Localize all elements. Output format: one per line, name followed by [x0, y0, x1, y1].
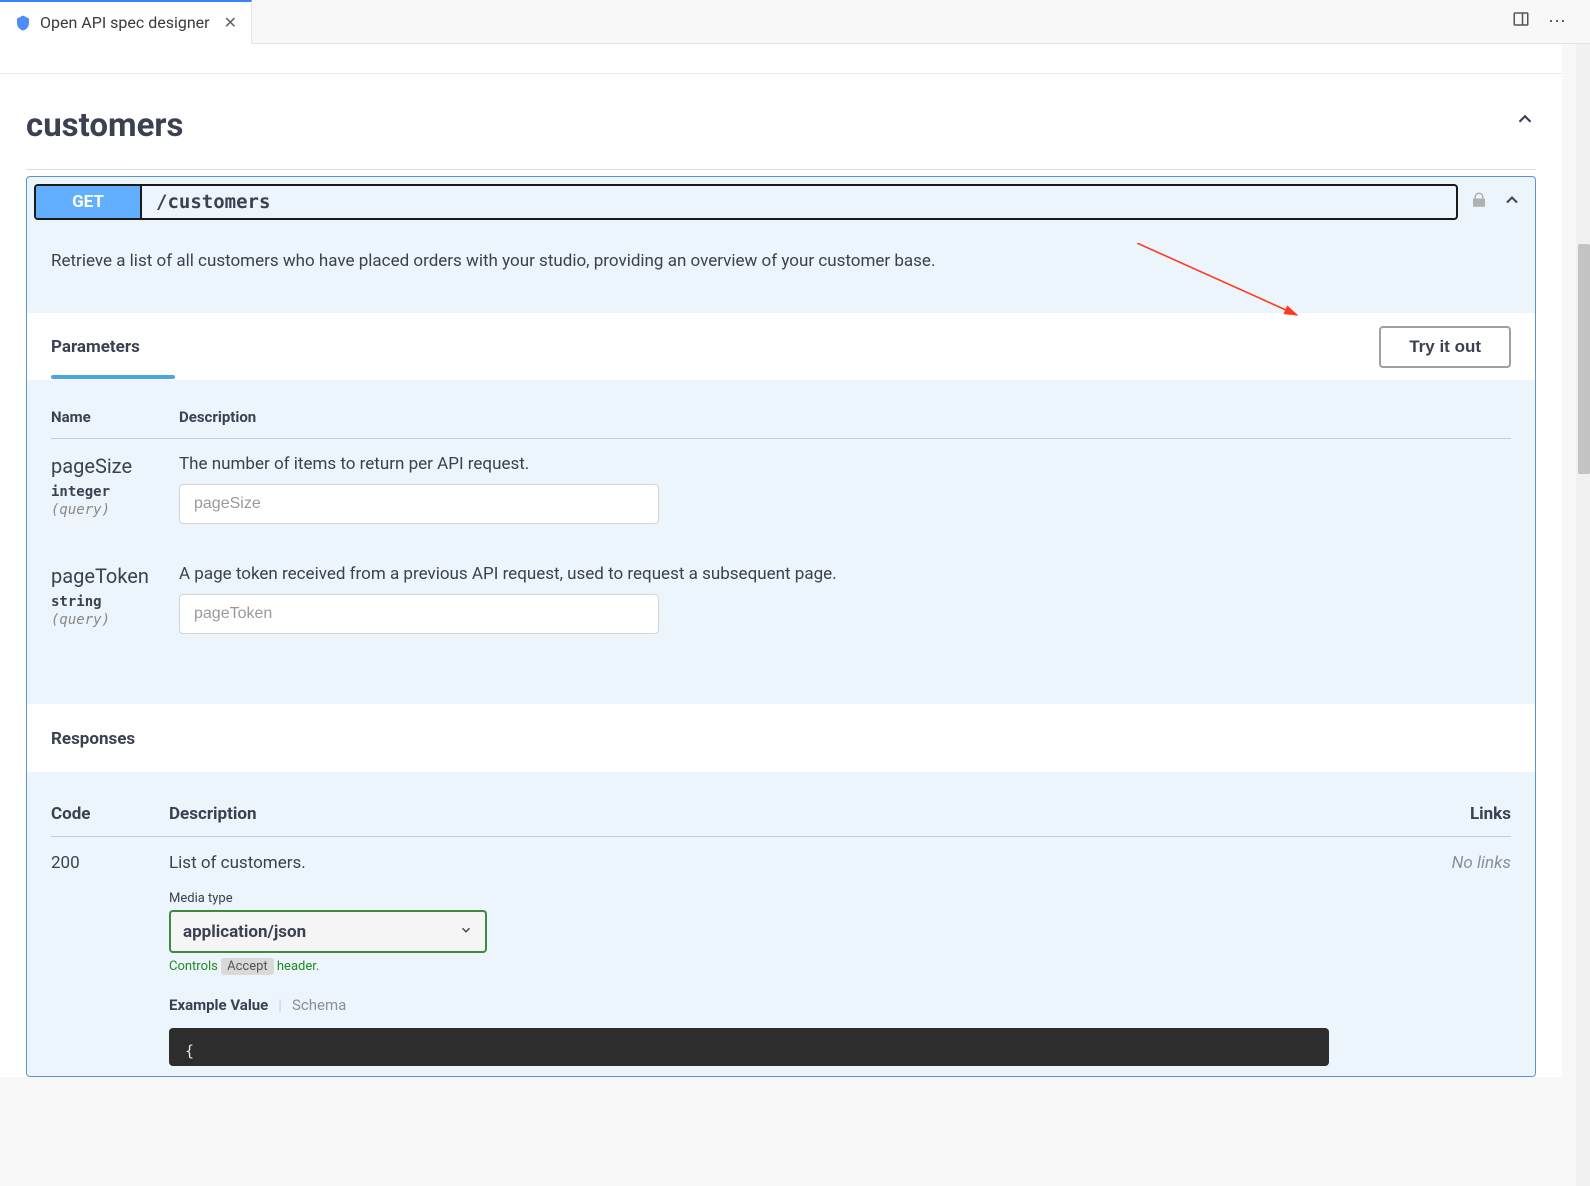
operation-tabs: Parameters Try it out	[27, 313, 1535, 380]
api-icon	[14, 14, 32, 32]
code-token-rest: [	[266, 1065, 284, 1067]
operation-header-actions	[1470, 190, 1528, 215]
try-it-out-button[interactable]: Try it out	[1379, 326, 1511, 368]
parameter-description: The number of items to return per API re…	[179, 454, 1511, 474]
tab-schema[interactable]: Schema	[292, 996, 346, 1014]
parameter-location: (query)	[51, 502, 179, 518]
tab-parameters[interactable]: Parameters	[51, 337, 140, 357]
parameters-table: Name Description pageSize integer (query…	[51, 408, 1511, 634]
parameter-detail: A page token received from a previous AP…	[179, 564, 1511, 634]
parameter-row: pageSize integer (query) The number of i…	[51, 439, 1511, 524]
response-detail: List of customers. Media type applicatio…	[169, 853, 1431, 1066]
accept-note-left: Controls	[169, 959, 218, 974]
scrollbar-thumb[interactable]	[1578, 244, 1590, 474]
responses-panel: Code Description Links 200 List of custo…	[27, 772, 1535, 1076]
editor-actions: ⋯	[1512, 10, 1580, 33]
media-type-label: Media type	[169, 891, 1431, 906]
parameter-input-pagesize[interactable]	[179, 484, 659, 524]
column-header-name: Name	[51, 408, 179, 426]
response-code: 200	[51, 853, 169, 1066]
spacer	[0, 44, 1562, 74]
response-description: List of customers.	[169, 853, 1431, 873]
chevron-up-icon[interactable]	[1502, 190, 1522, 215]
column-header-code: Code	[51, 804, 169, 824]
parameter-input-pagetoken[interactable]	[179, 594, 659, 634]
page-content: customers GET /customers	[0, 44, 1562, 1077]
response-example-code: { "data": [	[169, 1028, 1329, 1066]
chevron-down-icon	[459, 923, 473, 941]
accept-note: Controls Accept header.	[169, 959, 1431, 974]
operation-card: GET /customers Retrieve a list of all cu…	[26, 176, 1536, 1077]
parameters-panel: Name Description pageSize integer (query…	[27, 380, 1535, 704]
lock-icon[interactable]	[1470, 191, 1488, 214]
split-panel-icon[interactable]	[1512, 10, 1530, 33]
accept-chip: Accept	[221, 958, 274, 975]
parameter-meta: pageSize integer (query)	[51, 454, 179, 524]
operation-header-row: GET /customers	[27, 177, 1535, 227]
parameter-meta: pageToken string (query)	[51, 564, 179, 634]
responses-heading: Responses	[27, 704, 1535, 772]
parameter-name: pageToken	[51, 564, 179, 588]
editor-tab[interactable]: Open API spec designer ✕	[0, 0, 252, 44]
media-type-selected: application/json	[183, 922, 306, 942]
endpoint-path: /customers	[142, 191, 284, 213]
code-token-colon: :	[257, 1065, 266, 1067]
tab-example-value[interactable]: Example Value	[169, 996, 268, 1014]
parameter-name: pageSize	[51, 454, 179, 478]
code-token-brace: {	[185, 1042, 194, 1060]
response-links: No links	[1431, 853, 1511, 1066]
scrollbar-track	[1576, 44, 1590, 1186]
operation-description: Retrieve a list of all customers who hav…	[27, 227, 1535, 313]
tab-title: Open API spec designer	[40, 13, 210, 32]
chevron-up-icon[interactable]	[1514, 108, 1536, 136]
example-schema-tabs: Example Value | Schema	[169, 996, 1431, 1014]
column-header-links: Links	[1431, 804, 1511, 824]
accept-note-right: header.	[277, 959, 319, 974]
parameter-location: (query)	[51, 612, 179, 628]
column-header-description: Description	[179, 408, 1511, 426]
section-header[interactable]: customers	[26, 74, 1536, 169]
code-token-key: "data"	[203, 1065, 257, 1067]
media-type-select[interactable]: application/json	[169, 910, 487, 953]
close-icon[interactable]: ✕	[224, 13, 237, 32]
tab-divider: |	[278, 996, 282, 1014]
section-title: customers	[26, 106, 183, 145]
responses-table-head: Code Description Links	[51, 804, 1511, 837]
http-method-badge: GET	[36, 186, 142, 218]
parameter-type: integer	[51, 484, 179, 500]
parameters-table-head: Name Description	[51, 408, 1511, 439]
parameter-detail: The number of items to return per API re…	[179, 454, 1511, 524]
response-row: 200 List of customers. Media type applic…	[51, 837, 1511, 1066]
tab-active-indicator	[51, 375, 175, 379]
column-header-description: Description	[169, 804, 1431, 824]
tab-parameters-label: Parameters	[51, 337, 140, 357]
editor-tab-bar: Open API spec designer ✕ ⋯	[0, 0, 1590, 44]
parameter-row: pageToken string (query) A page token re…	[51, 524, 1511, 634]
parameter-description: A page token received from a previous AP…	[179, 564, 1511, 584]
parameter-type: string	[51, 594, 179, 610]
operation-header[interactable]: GET /customers	[34, 184, 1458, 220]
more-icon[interactable]: ⋯	[1548, 11, 1566, 32]
